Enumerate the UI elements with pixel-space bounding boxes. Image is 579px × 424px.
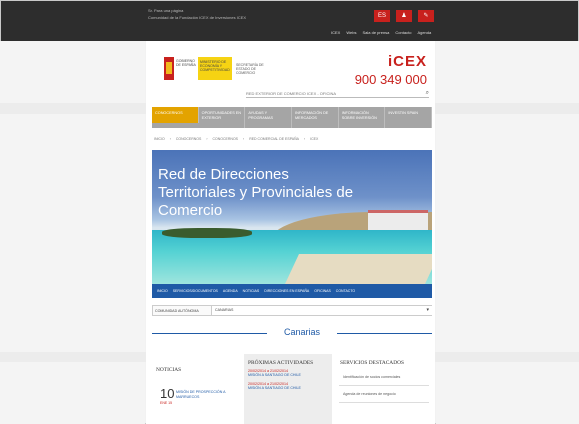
top-links: ICEX Webs Sala de prensa Contacto Agenda — [331, 30, 431, 35]
subnav-item[interactable]: NOTICIAS — [243, 289, 260, 293]
news-column: NOTICIAS 10 ENE 15 MISIÓN DE PROSPECCIÓN… — [152, 354, 240, 424]
hero-trees — [162, 228, 252, 238]
activity-name[interactable]: MISIÓN A SANTIAGO DE CHILE — [248, 373, 328, 377]
left-gutter — [0, 41, 145, 424]
breadcrumb-separator: › — [243, 137, 245, 141]
subnav-item[interactable]: DIRECCIONES EN ESPAÑA — [264, 289, 309, 293]
subnav-item[interactable]: OFICINAS — [314, 289, 331, 293]
service-link[interactable]: Identificación de socios comerciales — [339, 369, 429, 386]
nav-item[interactable]: AYUDAS Y PROGRAMAS — [245, 107, 293, 128]
wrench-icon[interactable]: ✎ — [418, 10, 434, 22]
services-column: SERVICIOS DESTACADOS Identificación de s… — [336, 354, 432, 424]
activity-item[interactable]: 20/02/2014 a 21/02/2014 MISIÓN A SANTIAG… — [244, 382, 332, 390]
sub-nav: INICIO SERVICIOS/DOCUMENTOS AGENDA NOTIC… — [152, 284, 432, 298]
main-nav: CONOCERNOS OPORTUNIDADES EN EXTERIOR AYU… — [152, 107, 433, 128]
top-link[interactable]: Contacto — [395, 30, 411, 35]
subnav-item[interactable]: INICIO — [157, 289, 168, 293]
subnav-item[interactable]: CONTACTO — [336, 289, 355, 293]
activity-item[interactable]: 20/02/2014 a 21/02/2014 MISIÓN A SANTIAG… — [244, 369, 332, 377]
top-link[interactable]: ICEX — [331, 30, 340, 35]
region-selector: COMUNIDAD AUTÓNOMA CANARIAS ▾ — [152, 305, 432, 316]
ministry-text: MINISTERIO DE ECONOMÍA Y COMPETITIVIDAD — [198, 57, 232, 80]
nav-item[interactable]: INFORMACIÓN SOBRE INVERSIÓN — [339, 107, 386, 128]
top-link[interactable]: Sala de prensa — [363, 30, 390, 35]
search-icon[interactable]: ⌕ — [426, 89, 429, 98]
services-title: SERVICIOS DESTACADOS — [340, 360, 404, 366]
gov-text: GOBIERNO DE ESPAÑA — [176, 59, 196, 67]
search-placeholder: RED EXTERIOR DE COMERCIO ICEX - OFICINA — [246, 91, 337, 96]
notice-line: Comunidad de la Fundación ICEX de Invers… — [148, 15, 247, 20]
search-input[interactable]: RED EXTERIOR DE COMERCIO ICEX - OFICINA … — [246, 89, 429, 98]
region-selector-label: COMUNIDAD AUTÓNOMA — [155, 309, 199, 313]
subnav-item[interactable]: SERVICIOS/DOCUMENTOS — [173, 289, 218, 293]
section-rule — [337, 333, 432, 334]
hero-title: Red de Direcciones Territoriales y Provi… — [158, 166, 354, 219]
nav-item[interactable]: INVESTIN SPAIN — [385, 107, 433, 128]
breadcrumb-separator: › — [169, 137, 171, 141]
top-link[interactable]: Agenda — [417, 30, 431, 35]
right-gutter — [436, 41, 579, 424]
news-title: NOTICIAS — [156, 367, 182, 373]
breadcrumb: INICIO › CONOCERNOS › CONOCERNOS › RED COME… — [154, 137, 318, 141]
news-day: 10 — [160, 386, 175, 401]
icex-logo[interactable]: iCEX — [388, 53, 427, 70]
nav-item[interactable]: CONOCERNOS — [152, 107, 199, 123]
service-link[interactable]: Agenda de reuniones de negocio — [339, 386, 429, 403]
breadcrumb-separator: › — [206, 137, 208, 141]
breadcrumb-item[interactable]: RED COMERCIAL DE ESPAÑA — [249, 137, 299, 141]
nav-item[interactable]: OPORTUNIDADES EN EXTERIOR — [199, 107, 246, 128]
news-link[interactable]: MISIÓN DE PROSPECCIÓN A MARRUECOS — [176, 390, 236, 399]
breadcrumb-item[interactable]: CONOCERNOS — [213, 137, 238, 141]
region-select[interactable]: CANARIAS ▾ — [211, 306, 432, 315]
government-logo[interactable]: GOBIERNO DE ESPAÑA MINISTERIO DE ECONOMÍ… — [164, 57, 276, 80]
section-heading: Canarias — [152, 327, 432, 339]
breadcrumb-item: ICEX — [310, 137, 319, 141]
section-rule — [152, 333, 267, 334]
coat-of-arms-icon — [164, 57, 174, 80]
activities-title: PRÓXIMAS ACTIVIDADES — [248, 360, 314, 366]
secretary-text: SECRETARÍA DE ESTADO DE COMERCIO — [236, 63, 264, 75]
hero-beach — [285, 254, 432, 284]
phone-number: 900 349 000 — [354, 72, 427, 87]
activity-name[interactable]: MISIÓN A SANTIAGO DE CHILE — [248, 386, 328, 390]
nav-item[interactable]: INFORMACIÓN DE MERCADOS — [292, 107, 339, 128]
subnav-item[interactable]: AGENDA — [223, 289, 238, 293]
language-flag-button[interactable]: ES — [374, 10, 390, 22]
person-icon[interactable]: ♟ — [396, 10, 412, 22]
top-bar-notice: Sr. Para una página Comunidad de la Fund… — [148, 7, 298, 21]
breadcrumb-item[interactable]: CONOCERNOS — [176, 137, 201, 141]
hero-banner: Red de Direcciones Territoriales y Provi… — [152, 150, 432, 284]
breadcrumb-item[interactable]: INICIO — [154, 137, 165, 141]
page-content: GOBIERNO DE ESPAÑA MINISTERIO DE ECONOMÍ… — [146, 41, 435, 424]
news-month: ENE 15 — [160, 401, 173, 405]
region-select-value: CANARIAS — [215, 308, 234, 312]
breadcrumb-separator: › — [303, 137, 306, 141]
notice-line: Sr. Para una página — [148, 8, 184, 13]
top-bar: Sr. Para una página Comunidad de la Fund… — [1, 1, 578, 41]
chevron-down-icon[interactable]: ▾ — [426, 307, 429, 313]
top-link[interactable]: Webs — [346, 30, 356, 35]
section-title: Canarias — [283, 327, 321, 337]
activities-column: PRÓXIMAS ACTIVIDADES 20/02/2014 a 21/02/… — [244, 354, 332, 424]
